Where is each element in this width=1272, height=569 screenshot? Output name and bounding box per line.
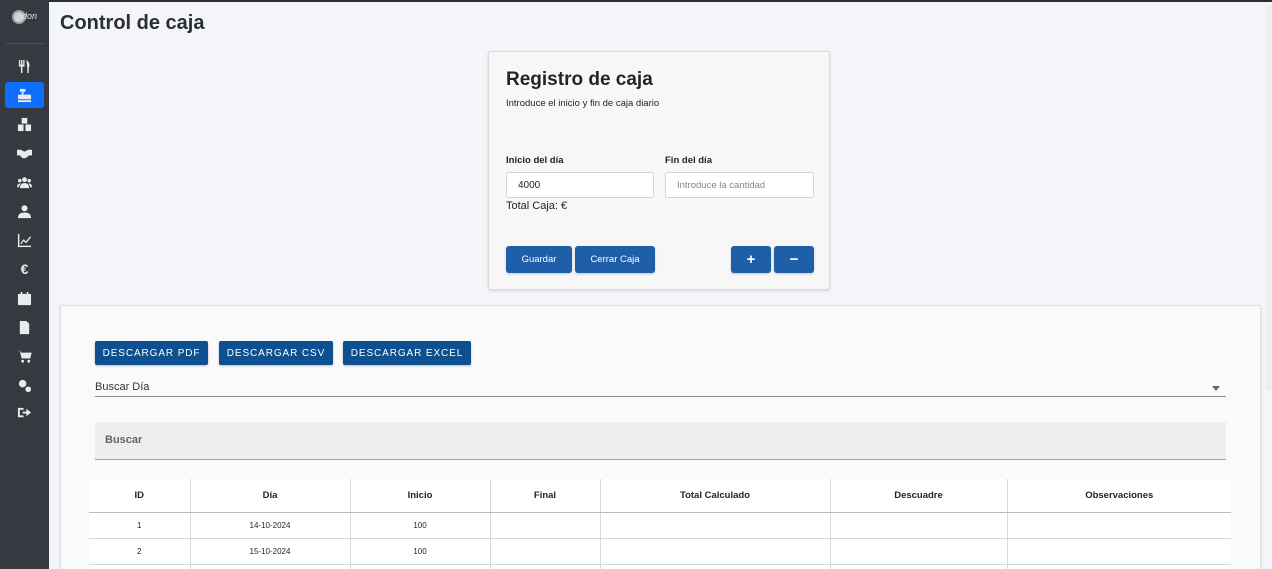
cell-final [490, 512, 601, 539]
column-header-start[interactable]: Inicio [350, 479, 491, 513]
cell-total [600, 512, 831, 539]
end-amount-input[interactable]: Introduce la cantidad [665, 172, 814, 198]
column-header-id[interactable]: ID [89, 479, 191, 513]
sidebar-item-calendar[interactable] [5, 285, 44, 311]
day-select[interactable]: Buscar Día [95, 376, 1226, 397]
window-top-border [0, 0, 1272, 2]
sidebar: don € [0, 0, 49, 569]
total-cash-text: Total Caja: € [506, 200, 568, 212]
table-row[interactable]: 1 14-10-2024 100 [89, 512, 1231, 539]
column-header-day[interactable]: Día [190, 479, 351, 513]
cell-mismatch [830, 538, 1008, 565]
card-title: Registro de caja [506, 69, 653, 90]
cell-notes [1007, 564, 1231, 569]
sidebar-item-staff[interactable] [5, 169, 44, 195]
euro-icon: € [20, 261, 29, 277]
cart-icon [17, 350, 32, 363]
close-register-button[interactable]: Cerrar Caja [575, 246, 655, 273]
column-header-mismatch[interactable]: Descuadre [830, 479, 1008, 513]
boxes-icon [17, 117, 32, 131]
cash-register-card: Registro de caja Introduce el inicio y f… [488, 51, 830, 290]
logo-text: don [22, 11, 38, 21]
sidebar-item-suppliers[interactable] [5, 140, 44, 166]
cell-notes [1007, 512, 1231, 539]
cell-total [600, 538, 831, 565]
cell-notes [1007, 538, 1231, 565]
cell-day: 15-10-2024 [190, 538, 351, 565]
cell-day [190, 564, 351, 569]
cell-mismatch [830, 564, 1008, 569]
sidebar-item-inventory[interactable] [5, 111, 44, 137]
chart-line-icon [17, 233, 32, 247]
sidebar-item-invoices[interactable] [5, 314, 44, 340]
handshake-icon [17, 149, 32, 158]
download-csv-button[interactable]: DESCARGAR CSV [219, 341, 333, 365]
users-icon [17, 176, 32, 188]
sidebar-item-orders[interactable] [5, 343, 44, 369]
column-header-final[interactable]: Final [490, 479, 601, 513]
cash-register-icon [17, 88, 32, 102]
plus-button[interactable]: + [731, 246, 771, 273]
cell-final [490, 538, 601, 565]
page-title: Control de caja [60, 12, 205, 34]
start-amount-input[interactable]: 4000 [506, 172, 654, 198]
column-header-total[interactable]: Total Calculado [600, 479, 831, 513]
table-header-row: ID Día Inicio Final Total Calculado Desc… [89, 479, 1231, 513]
card-subtitle: Introduce el inicio y fin de caja diario [506, 98, 660, 109]
cogs-icon [18, 379, 32, 392]
end-label: Fin del día [665, 155, 712, 166]
cell-id: 1 [89, 512, 191, 539]
sidebar-item-logout[interactable] [5, 399, 44, 425]
cell-start: 100 [350, 538, 491, 565]
save-button[interactable]: Guardar [506, 246, 572, 273]
column-header-notes[interactable]: Observaciones [1007, 479, 1231, 513]
sidebar-item-cash-control[interactable] [5, 82, 44, 108]
download-pdf-button[interactable]: DESCARGAR PDF [95, 341, 208, 365]
chevron-down-icon [1212, 386, 1220, 391]
utensils-icon [18, 59, 30, 73]
sidebar-item-restaurant[interactable] [5, 53, 44, 79]
cell-id [89, 564, 191, 569]
cell-mismatch [830, 512, 1008, 539]
cell-start: 100 [350, 512, 491, 539]
search-input[interactable]: Buscar [95, 422, 1226, 460]
table-row[interactable] [89, 564, 1231, 569]
cell-final [490, 564, 601, 569]
invoice-icon [19, 320, 30, 334]
cash-records-table: ID Día Inicio Final Total Calculado Desc… [89, 479, 1231, 569]
start-label: Inicio del día [506, 155, 564, 166]
sidebar-item-settings[interactable] [5, 372, 44, 398]
calendar-icon [17, 291, 32, 305]
cell-start [350, 564, 491, 569]
cell-id: 2 [89, 538, 191, 565]
sidebar-divider [6, 43, 44, 44]
download-excel-button[interactable]: DESCARGAR EXCEL [343, 341, 471, 365]
day-select-label: Buscar Día [95, 381, 150, 393]
vertical-scrollbar[interactable] [1266, 5, 1272, 390]
records-panel: DESCARGAR PDF DESCARGAR CSV DESCARGAR EX… [60, 305, 1261, 569]
cell-total [600, 564, 831, 569]
user-tie-icon [17, 204, 32, 218]
minus-button[interactable]: − [774, 246, 814, 273]
app-logo[interactable]: don [12, 8, 42, 30]
sidebar-item-finance[interactable]: € [5, 256, 44, 282]
logout-icon [17, 407, 32, 417]
sidebar-item-clients[interactable] [5, 198, 44, 224]
search-label: Buscar [105, 434, 143, 446]
sidebar-item-stats[interactable] [5, 227, 44, 253]
cell-day: 14-10-2024 [190, 512, 351, 539]
table-row[interactable]: 2 15-10-2024 100 [89, 538, 1231, 565]
